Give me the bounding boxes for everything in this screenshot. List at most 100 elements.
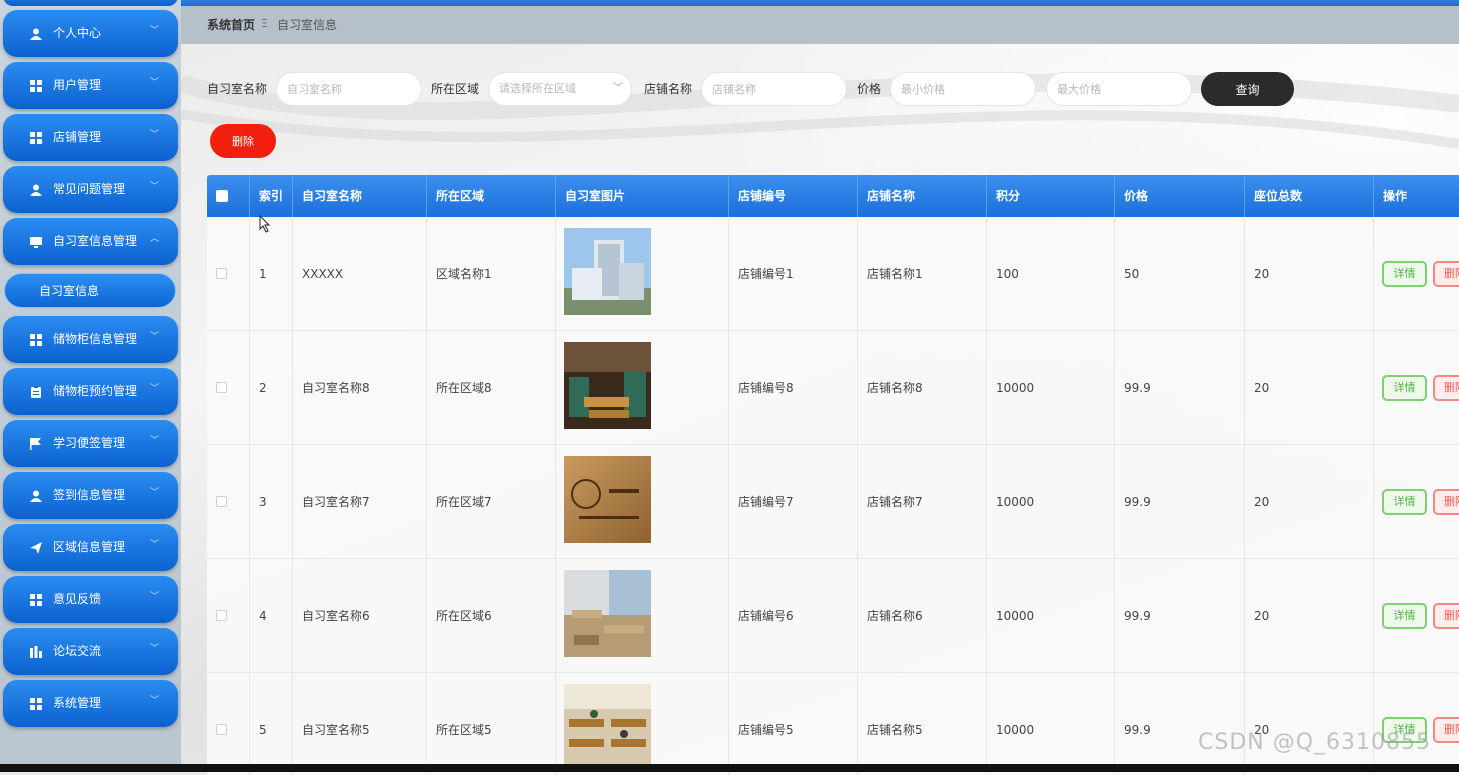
grid-icon (29, 79, 42, 92)
cell-shop-name: 店铺名称6 (858, 559, 987, 673)
sidebar-item-label: 自习室信息管理 (53, 234, 138, 248)
sidebar-subitem-label: 自习室信息 (39, 284, 100, 298)
cell-index: 2 (250, 331, 293, 445)
cell-shop-no: 店铺编号8 (729, 331, 858, 445)
sidebar-top-edge (3, 0, 178, 6)
send-icon (29, 541, 42, 554)
cell-shop-name: 店铺名称1 (858, 217, 987, 331)
shop-name-input[interactable] (701, 72, 847, 106)
cell-image (556, 559, 729, 673)
detail-button[interactable]: 详情 (1382, 489, 1427, 515)
cell-actions: 详情 删除 (1374, 331, 1459, 445)
study-room-image[interactable] (564, 228, 651, 315)
cell-name: XXXXX (293, 217, 427, 331)
row-delete-button[interactable]: 删除 (1433, 717, 1459, 743)
cell-region: 所在区域6 (427, 559, 556, 673)
cell-actions: 详情 删除 (1374, 559, 1459, 673)
cell-price: 99.9 (1115, 445, 1245, 559)
cell-index: 4 (250, 559, 293, 673)
cell-region: 所在区域5 (427, 673, 556, 775)
row-checkbox[interactable] (216, 268, 227, 279)
header-index: 索引 (250, 175, 293, 217)
sidebar-item-locker-management[interactable]: 储物柜信息管理 ﹀ (3, 316, 178, 363)
sidebar-item-region-management[interactable]: 区域信息管理 ﹀ (3, 524, 178, 571)
cell-region: 区域名称1 (427, 217, 556, 331)
cell-points: 10000 (987, 559, 1115, 673)
study-room-image[interactable] (564, 684, 651, 771)
region-select-placeholder: 请选择所在区域 (499, 82, 576, 95)
sidebar-item-user-management[interactable]: 用户管理 ﹀ (3, 62, 178, 109)
cell-actions: 详情 删除 (1374, 217, 1459, 331)
row-checkbox[interactable] (216, 496, 227, 507)
sidebar-item-faq-management[interactable]: 常见问题管理 ﹀ (3, 166, 178, 213)
chevron-down-icon: ﹀ (150, 332, 160, 342)
cell-price: 50 (1115, 217, 1245, 331)
sidebar-item-label: 签到信息管理 (53, 488, 126, 502)
row-delete-button[interactable]: 删除 (1433, 603, 1459, 629)
sidebar-item-study-room-management[interactable]: 自习室信息管理 ︿ (3, 218, 178, 265)
cell-select (207, 559, 250, 673)
cell-shop-name: 店铺名称5 (858, 673, 987, 775)
sidebar-item-label: 店铺管理 (53, 130, 102, 144)
cell-seats: 20 (1245, 217, 1374, 331)
sidebar-item-checkin-management[interactable]: 签到信息管理 ﹀ (3, 472, 178, 519)
sidebar-item-personal-center[interactable]: 个人中心 ﹀ (3, 10, 178, 57)
sidebar: 个人中心 ﹀ 用户管理 ﹀ 店铺管理 ﹀ 常见问题管理 ﹀ 自习室信息管理 ︿ … (0, 0, 181, 772)
row-checkbox[interactable] (216, 724, 227, 735)
row-checkbox[interactable] (216, 382, 227, 393)
chevron-down-icon: ﹀ (150, 436, 160, 446)
row-delete-button[interactable]: 删除 (1433, 261, 1459, 287)
cell-select (207, 217, 250, 331)
select-all-checkbox[interactable] (216, 190, 228, 202)
sidebar-item-forum[interactable]: 论坛交流 ﹀ (3, 628, 178, 675)
sidebar-item-feedback[interactable]: 意见反馈 ﹀ (3, 576, 178, 623)
region-select[interactable]: 请选择所在区域 ﹀ (488, 72, 632, 106)
study-room-table: 索引 自习室名称 所在区域 自习室图片 店铺编号 店铺名称 积分 价格 座位总数… (207, 175, 1459, 775)
detail-button[interactable]: 详情 (1382, 261, 1427, 287)
detail-button[interactable]: 详情 (1382, 603, 1427, 629)
study-room-image[interactable] (564, 342, 651, 429)
cell-shop-no: 店铺编号5 (729, 673, 858, 775)
person-icon (29, 489, 42, 502)
bar-chart-icon (29, 645, 42, 658)
cell-actions: 详情 删除 (1374, 445, 1459, 559)
chevron-down-icon: ﹀ (150, 540, 160, 550)
row-checkbox[interactable] (216, 610, 227, 621)
breadcrumb: 系统首页 Ξ 自习室信息 (181, 6, 1459, 44)
detail-button[interactable]: 详情 (1382, 375, 1427, 401)
grid-icon (29, 593, 42, 606)
sidebar-item-study-notes[interactable]: 学习便签管理 ﹀ (3, 420, 178, 467)
sidebar-item-locker-booking[interactable]: 储物柜预约管理 ﹀ (3, 368, 178, 415)
query-button[interactable]: 查询 (1201, 72, 1294, 106)
study-room-image[interactable] (564, 570, 651, 657)
breadcrumb-current: 自习室信息 (277, 18, 338, 32)
min-price-input[interactable] (890, 72, 1036, 106)
sidebar-subitem-study-room-info[interactable]: 自习室信息 (4, 273, 176, 308)
cell-price: 99.9 (1115, 559, 1245, 673)
batch-delete-button[interactable]: 删除 (210, 124, 276, 158)
grid-icon (29, 333, 42, 346)
cell-image (556, 445, 729, 559)
cell-shop-name: 店铺名称7 (858, 445, 987, 559)
cell-actions: 详情 删除 (1374, 673, 1459, 775)
breadcrumb-separator-icon: Ξ (261, 17, 268, 30)
max-price-input[interactable] (1046, 72, 1192, 106)
cell-shop-no: 店铺编号6 (729, 559, 858, 673)
row-delete-button[interactable]: 删除 (1433, 375, 1459, 401)
chevron-up-icon: ︿ (150, 234, 160, 244)
cell-points: 10000 (987, 331, 1115, 445)
chevron-down-icon: ﹀ (150, 130, 160, 140)
sidebar-item-system-management[interactable]: 系统管理 ﹀ (3, 680, 178, 727)
cell-image (556, 217, 729, 331)
study-room-name-input[interactable] (276, 72, 422, 106)
header-name: 自习室名称 (293, 175, 427, 217)
row-delete-button[interactable]: 删除 (1433, 489, 1459, 515)
chevron-down-icon: ﹀ (150, 592, 160, 602)
breadcrumb-home[interactable]: 系统首页 (207, 17, 255, 33)
chevron-down-icon: ﹀ (150, 26, 160, 36)
chevron-down-icon: ﹀ (150, 696, 160, 706)
study-room-image[interactable] (564, 456, 651, 543)
sidebar-item-shop-management[interactable]: 店铺管理 ﹀ (3, 114, 178, 161)
cell-select (207, 445, 250, 559)
header-points: 积分 (987, 175, 1115, 217)
